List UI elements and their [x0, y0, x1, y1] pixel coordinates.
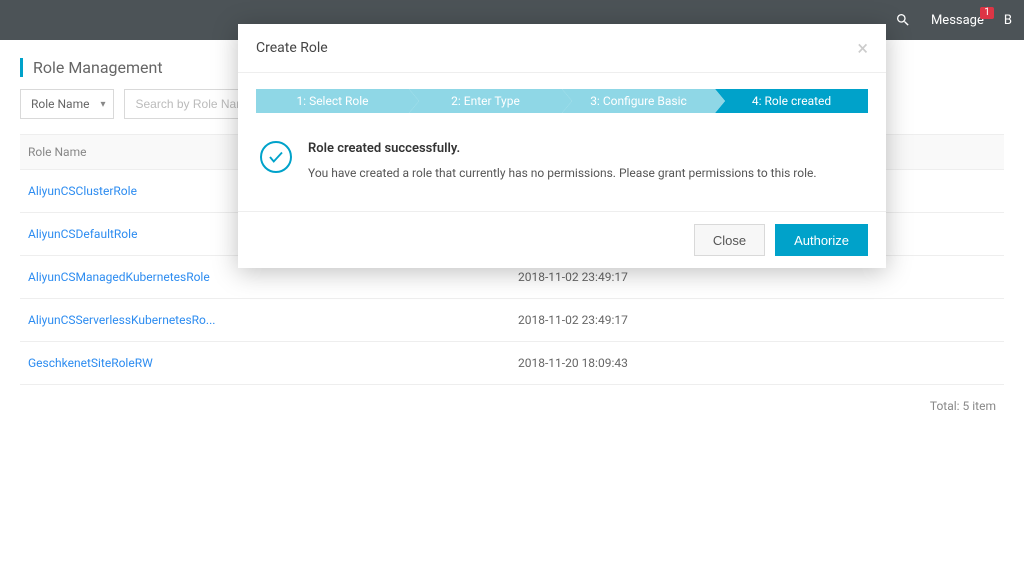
role-link[interactable]: AliyunCSManagedKubernetesRole	[28, 270, 210, 284]
table-row: AliyunCSServerlessKubernetesRo... 2018-1…	[20, 299, 1004, 342]
step-role-created: 4: Role created	[715, 89, 868, 113]
message-link[interactable]: Message 1	[931, 13, 984, 28]
modal-footer: Close Authorize	[238, 211, 886, 268]
message-label: Message	[931, 13, 984, 28]
success-title: Role created successfully.	[308, 141, 817, 156]
modal-title: Create Role	[256, 40, 328, 56]
create-role-modal: Create Role × 1: Select Role 2: Enter Ty…	[238, 24, 886, 268]
role-link[interactable]: AliyunCSServerlessKubernetesRo...	[28, 313, 215, 327]
date-cell: 2018-11-02 23:49:17	[518, 270, 996, 284]
select-label: Role Name	[31, 97, 89, 111]
success-text: Role created successfully. You have crea…	[308, 141, 817, 183]
step-enter-type: 2: Enter Type	[409, 89, 562, 113]
close-icon[interactable]: ×	[857, 38, 868, 58]
success-check-icon	[260, 141, 292, 173]
modal-body: 1: Select Role 2: Enter Type 3: Configur…	[238, 73, 886, 211]
authorize-button[interactable]: Authorize	[775, 224, 868, 256]
role-name-select[interactable]: Role Name	[20, 89, 114, 119]
role-link[interactable]: AliyunCSDefaultRole	[28, 227, 137, 241]
search-icon[interactable]	[895, 12, 911, 28]
step-configure-basic: 3: Configure Basic	[562, 89, 715, 113]
table-footer: Total: 5 item	[20, 385, 1004, 427]
table-row: GeschkenetSiteRoleRW 2018-11-20 18:09:43	[20, 342, 1004, 385]
role-link[interactable]: GeschkenetSiteRoleRW	[28, 356, 153, 370]
role-link[interactable]: AliyunCSClusterRole	[28, 184, 137, 198]
close-button[interactable]: Close	[694, 224, 765, 256]
message-badge: 1	[980, 7, 994, 19]
wizard-steps: 1: Select Role 2: Enter Type 3: Configur…	[256, 89, 868, 113]
modal-header: Create Role ×	[238, 24, 886, 73]
topbar-extra: B	[1004, 13, 1012, 28]
date-cell: 2018-11-02 23:49:17	[518, 313, 996, 327]
date-cell: 2018-11-20 18:09:43	[518, 356, 996, 370]
success-body: You have created a role that currently h…	[308, 164, 817, 183]
step-select-role: 1: Select Role	[256, 89, 409, 113]
success-row: Role created successfully. You have crea…	[256, 137, 868, 195]
